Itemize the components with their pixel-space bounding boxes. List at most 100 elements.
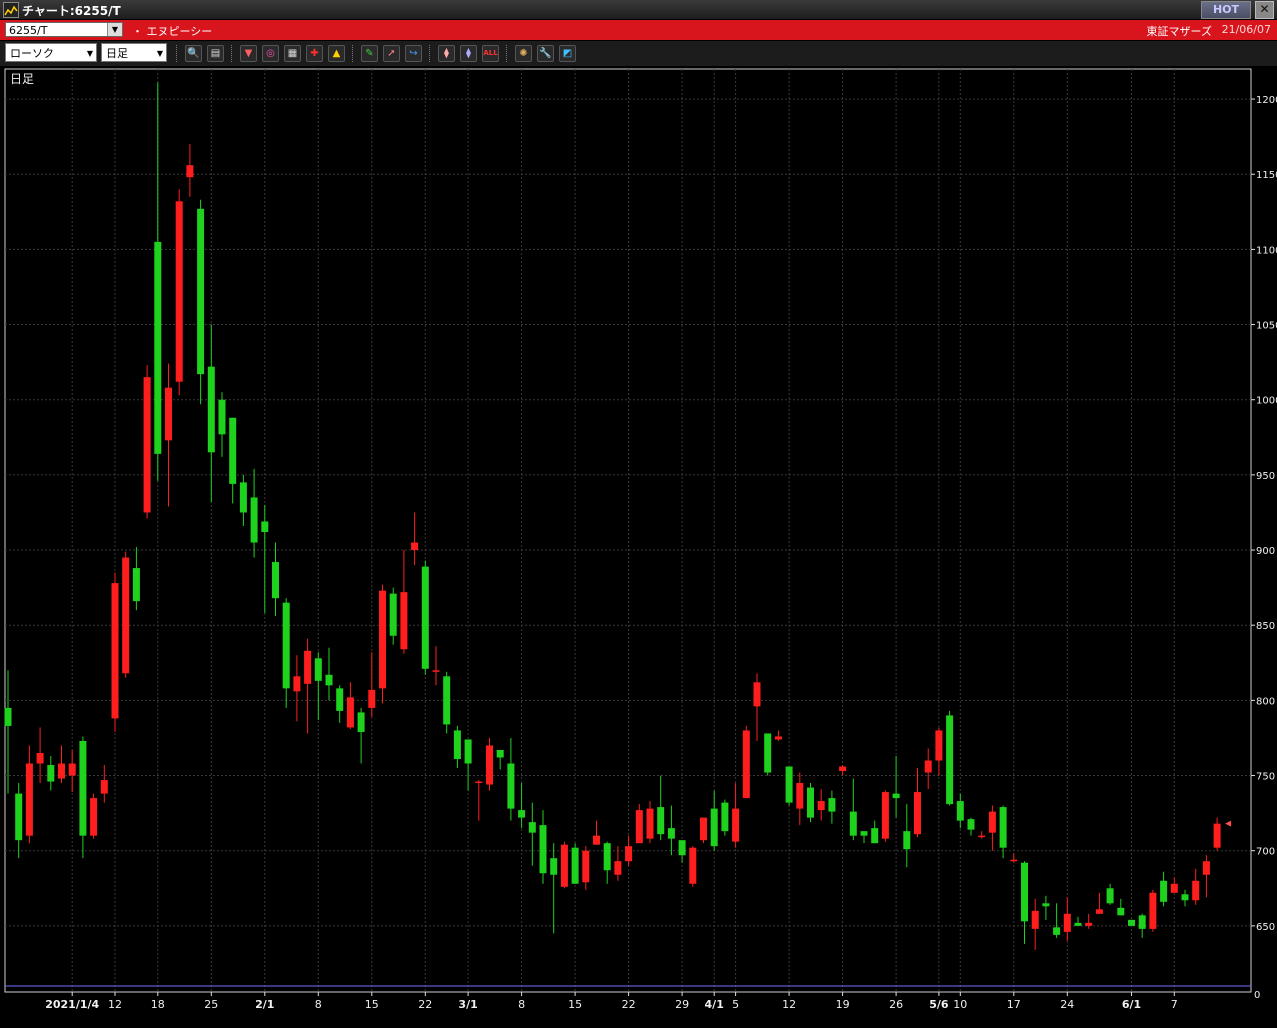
- x-tick-label: 15: [365, 998, 379, 1011]
- candle-down: [1138, 915, 1146, 929]
- x-tick-label: 17: [1007, 998, 1021, 1011]
- x-tick-label: 18: [151, 998, 165, 1011]
- candle-up: [924, 760, 932, 773]
- candle-right-icon[interactable]: ⧫: [460, 45, 477, 62]
- y-tick-label: 1000: [1256, 396, 1277, 407]
- candle-up: [1031, 910, 1039, 929]
- candle-down: [282, 602, 290, 689]
- candle-up: [411, 542, 419, 551]
- search-zoom-icon[interactable]: ◎: [262, 45, 279, 62]
- candle-down: [218, 399, 226, 435]
- candle-up: [25, 763, 33, 836]
- candle-down: [453, 730, 461, 759]
- x-tick-label: 26: [889, 998, 903, 1011]
- split-icon[interactable]: ✚: [306, 45, 323, 62]
- candle-down: [849, 811, 857, 836]
- volume-axis-label: 0: [1254, 990, 1260, 1001]
- candle-up: [774, 736, 782, 740]
- tool-icon[interactable]: 🔧: [537, 45, 554, 62]
- candle-up: [379, 590, 386, 689]
- settings-icon[interactable]: ✺: [515, 45, 532, 62]
- chart-type-select[interactable]: ローソク ▼: [5, 43, 97, 62]
- candle-up: [432, 670, 440, 672]
- hot-button[interactable]: HOT: [1201, 1, 1251, 19]
- candle-up: [368, 689, 376, 708]
- candle-up: [1063, 913, 1071, 932]
- stock-code-input[interactable]: 6255/T ▼: [5, 22, 123, 37]
- x-tick-label: 3/1: [458, 998, 477, 1011]
- candle-down: [1021, 862, 1028, 922]
- candle-left-icon[interactable]: ⧫: [438, 45, 455, 62]
- y-tick-label: 950: [1256, 471, 1275, 482]
- candle-up: [732, 808, 740, 842]
- candle-down: [421, 566, 429, 669]
- chart-area[interactable]: 6507007508008509009501000105011001150120…: [0, 67, 1277, 1024]
- candle-up: [881, 792, 889, 839]
- candle-up: [1213, 823, 1221, 848]
- pencil-icon[interactable]: ✎: [361, 45, 378, 62]
- insert-icon[interactable]: ▼: [240, 45, 257, 62]
- x-tick-label: 5/6: [929, 998, 949, 1011]
- toolbar: ローソク ▼ 日足 ▼ 🔍 ▤ ▼ ◎ ▦ ✚ ▲ ✎ ➚ ↪ ⧫ ⧫ ALL ✺ 🔧 ◩: [0, 41, 1277, 66]
- candle-up: [625, 846, 633, 862]
- x-tick-label: 19: [836, 998, 850, 1011]
- all-icon[interactable]: ALL: [482, 45, 499, 62]
- x-tick-label: 29: [675, 998, 689, 1011]
- candle-up: [1095, 909, 1103, 914]
- candle-down: [721, 802, 729, 832]
- candle-up: [175, 201, 183, 382]
- candle-up: [186, 165, 194, 178]
- y-tick-label: 1050: [1256, 321, 1277, 332]
- y-tick-label: 850: [1256, 621, 1275, 632]
- period-select[interactable]: 日足 ▼: [101, 43, 167, 62]
- candle-up: [560, 844, 568, 887]
- candle-down: [250, 497, 258, 543]
- candle-down: [4, 707, 12, 726]
- chevron-down-icon[interactable]: ▼: [107, 23, 122, 36]
- candle-down: [946, 715, 954, 805]
- candle-down: [903, 831, 911, 850]
- candle-up: [796, 783, 804, 809]
- candle-down: [207, 366, 215, 453]
- x-tick-label: 2/1: [255, 998, 274, 1011]
- candle-up: [486, 745, 493, 785]
- candle-down: [1042, 903, 1050, 907]
- date-label: 21/06/07: [1221, 23, 1271, 36]
- candle-down: [1053, 927, 1061, 935]
- candle-down: [1117, 907, 1125, 916]
- candle-up: [1010, 859, 1018, 862]
- pointer-icon[interactable]: ➚: [383, 45, 400, 62]
- x-tick-label: 2021/1/4: [45, 998, 99, 1011]
- close-button[interactable]: ✕: [1255, 1, 1274, 19]
- candle-down: [603, 843, 611, 871]
- zoom-icon[interactable]: 🔍: [185, 45, 202, 62]
- toolbar-separator: [506, 45, 508, 62]
- candle-up: [143, 377, 151, 513]
- candle-down: [550, 858, 558, 875]
- color-icon[interactable]: ◩: [559, 45, 576, 62]
- candle-up: [1192, 880, 1200, 901]
- x-tick-label: 4/1: [705, 998, 724, 1011]
- y-tick-label: 1150: [1256, 170, 1277, 181]
- info-bar: 6255/T ▼ ・ エヌピーシー 東証マザーズ 21/06/07: [0, 20, 1277, 40]
- window-title: チャート:6255/T: [22, 4, 121, 18]
- alert-icon[interactable]: ▲: [328, 45, 345, 62]
- candle-down: [325, 674, 333, 686]
- candle-down: [999, 807, 1007, 848]
- candle-down: [336, 688, 344, 711]
- x-tick-label: 8: [518, 998, 525, 1011]
- layout-icon[interactable]: ▤: [207, 45, 224, 62]
- candlestick-chart[interactable]: 6507007508008509009501000105011001150120…: [0, 67, 1277, 1024]
- chevron-down-icon: ▼: [86, 49, 93, 58]
- x-tick-label: 25: [204, 998, 218, 1011]
- candle-up: [817, 801, 825, 811]
- x-tick-label: 15: [568, 998, 582, 1011]
- candle-down: [518, 810, 526, 818]
- candle-up: [689, 847, 697, 884]
- x-tick-label: 12: [782, 998, 796, 1011]
- candle-up: [978, 835, 986, 838]
- candle-down: [967, 819, 975, 830]
- table-icon[interactable]: ▦: [284, 45, 301, 62]
- candle-up: [58, 763, 65, 779]
- redo-icon[interactable]: ↪: [405, 45, 422, 62]
